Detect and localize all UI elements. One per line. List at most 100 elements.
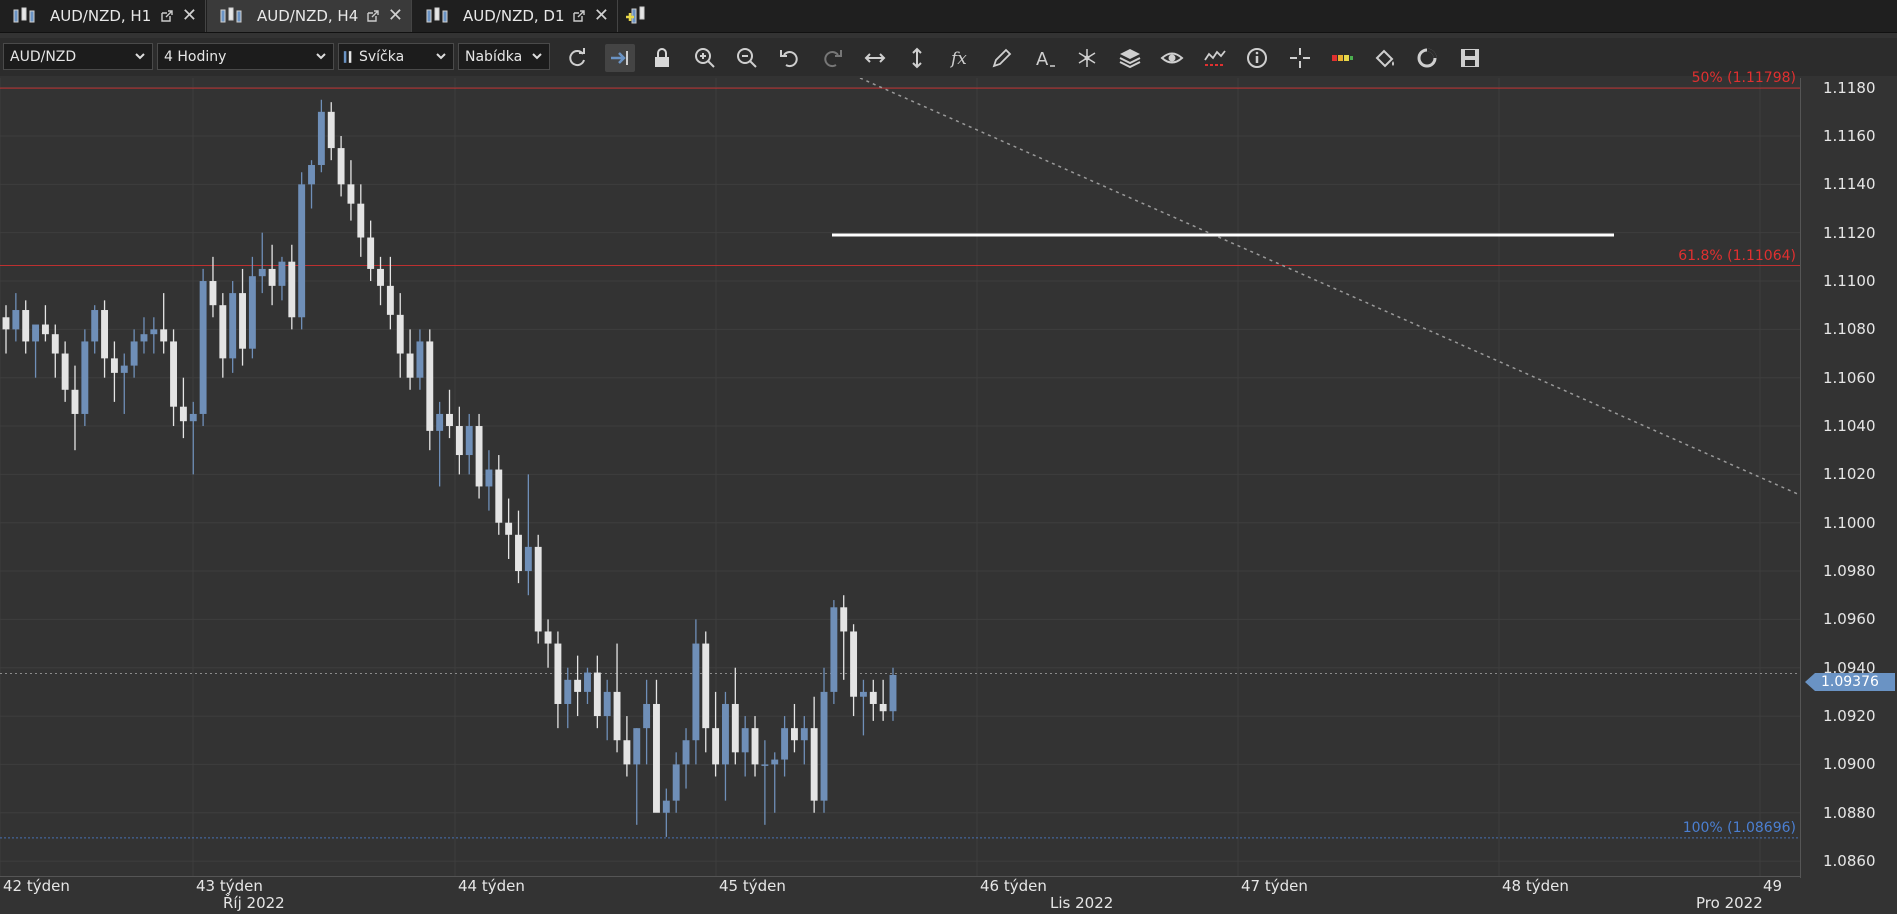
pencil-button[interactable] — [987, 44, 1017, 72]
save-button[interactable] — [1455, 44, 1485, 72]
candle-body — [41, 324, 49, 335]
chart-type-value: Svíčka — [359, 48, 405, 65]
pattern-button[interactable] — [1072, 44, 1102, 72]
detach-icon[interactable] — [572, 9, 586, 23]
candle-body — [170, 341, 177, 407]
candle-body — [800, 728, 808, 741]
price-tick-label: 1.1040 — [1823, 417, 1876, 436]
chart-canvas[interactable] — [0, 78, 1800, 878]
zoom-out-button[interactable] — [732, 44, 762, 72]
price-tick-label: 1.1100 — [1823, 272, 1876, 291]
candle-body — [761, 764, 769, 766]
candle-body — [731, 703, 739, 753]
zoom-in-button[interactable] — [690, 44, 720, 72]
eye-button[interactable] — [1157, 44, 1187, 72]
tab-label: AUD/NZD, D1 — [463, 7, 565, 25]
candle-body — [623, 740, 631, 765]
text-button[interactable]: A — [1030, 44, 1060, 72]
price-chart[interactable] — [0, 78, 1800, 878]
svg-text:fx: fx — [949, 49, 967, 69]
month-label: Říj 2022 — [223, 894, 285, 912]
candle-body — [593, 672, 601, 717]
week-label: 43 týden — [196, 877, 263, 895]
price-side-select[interactable]: Nabídka — [458, 43, 550, 70]
candle-body — [879, 703, 887, 712]
candle-body — [643, 703, 651, 729]
candle-body — [347, 184, 355, 204]
candle-body — [495, 469, 503, 523]
detach-icon[interactable] — [366, 9, 380, 23]
function-button[interactable]: fx — [945, 44, 975, 72]
candle-body — [51, 334, 59, 354]
text-icon: A — [1036, 49, 1055, 70]
candle-body — [554, 643, 562, 704]
candle-body — [692, 643, 700, 741]
horizontal-resize-icon — [864, 53, 885, 63]
candle-body — [209, 281, 217, 306]
indicator-button[interactable] — [1200, 44, 1230, 72]
week-label: 46 týden — [980, 877, 1047, 895]
undo-button[interactable] — [775, 44, 805, 72]
info-button[interactable] — [1242, 44, 1272, 72]
price-tick-label: 1.0900 — [1823, 755, 1876, 774]
timeframe-select[interactable]: 4 Hodiny — [157, 43, 334, 70]
tab-audnzd-h4[interactable]: AUD/NZD, H4 ✕ — [207, 0, 412, 32]
time-axis[interactable]: 42 týden 43 týden 44 týden 45 týden 46 týden… — [0, 876, 1800, 914]
candle-body — [455, 426, 463, 456]
undo-icon — [779, 50, 798, 68]
save-icon — [1460, 49, 1479, 67]
zoom-in-icon — [694, 48, 715, 68]
detach-icon[interactable] — [160, 9, 174, 23]
refresh-button[interactable] — [562, 44, 592, 72]
candle-body — [633, 728, 641, 765]
autoscroll-button[interactable] — [604, 44, 635, 72]
add-chart-icon[interactable] — [624, 3, 650, 29]
horizontal-resize-button[interactable] — [860, 44, 890, 72]
paint-bucket-button[interactable] — [1370, 44, 1400, 72]
layers-button[interactable] — [1115, 44, 1145, 72]
tab-label: AUD/NZD, H1 — [50, 7, 152, 25]
candle-body — [101, 310, 109, 359]
candle-body — [869, 691, 877, 704]
candle-body — [81, 341, 89, 414]
fibonacci-level-label: 61.8% (1.11064) — [1678, 247, 1796, 264]
heatmap-icon — [1332, 55, 1353, 61]
symbol-select[interactable]: AUD/NZD — [3, 43, 153, 70]
candle-body — [682, 740, 690, 765]
tab-audnzd-d1[interactable]: AUD/NZD, D1 ✕ — [413, 0, 618, 32]
candle-body — [248, 276, 256, 349]
close-icon[interactable]: ✕ — [594, 7, 609, 25]
candle-body — [268, 268, 276, 286]
candle-body — [485, 469, 493, 487]
candle-body — [603, 691, 611, 717]
candlestick-icon — [343, 50, 352, 63]
chevron-down-icon — [316, 53, 326, 60]
candle-body — [386, 285, 394, 315]
vertical-resize-button[interactable] — [902, 44, 932, 72]
paint-bucket-icon — [1375, 49, 1394, 68]
template-icon — [1417, 48, 1437, 68]
close-icon[interactable]: ✕ — [182, 7, 197, 25]
function-icon: fx — [949, 49, 967, 69]
candle-body — [91, 310, 99, 342]
candle-body — [219, 305, 227, 359]
heatmap-button[interactable] — [1327, 44, 1357, 72]
candle-body — [850, 631, 858, 697]
candle-body — [840, 607, 848, 632]
price-axis[interactable]: 1.1180 1.1160 1.1140 1.1120 1.1100 1.1080 1.10… — [1800, 78, 1897, 878]
vertical-resize-icon — [912, 47, 922, 69]
price-tick-label: 1.1020 — [1823, 465, 1876, 484]
close-icon[interactable]: ✕ — [388, 7, 403, 25]
timeframe-value: 4 Hodiny — [164, 48, 227, 65]
crosshair-button[interactable] — [1285, 44, 1315, 72]
candle-body — [377, 268, 384, 286]
autoscroll-icon — [610, 51, 628, 65]
candle-body — [140, 334, 148, 342]
candle-body — [790, 728, 798, 741]
candle-body — [810, 728, 818, 801]
lock-button[interactable] — [647, 44, 677, 72]
redo-button[interactable] — [817, 44, 847, 72]
chart-type-select[interactable]: Svíčka — [338, 43, 454, 70]
tab-audnzd-h1[interactable]: AUD/NZD, H1 ✕ — [0, 0, 206, 32]
template-button[interactable] — [1412, 44, 1442, 72]
